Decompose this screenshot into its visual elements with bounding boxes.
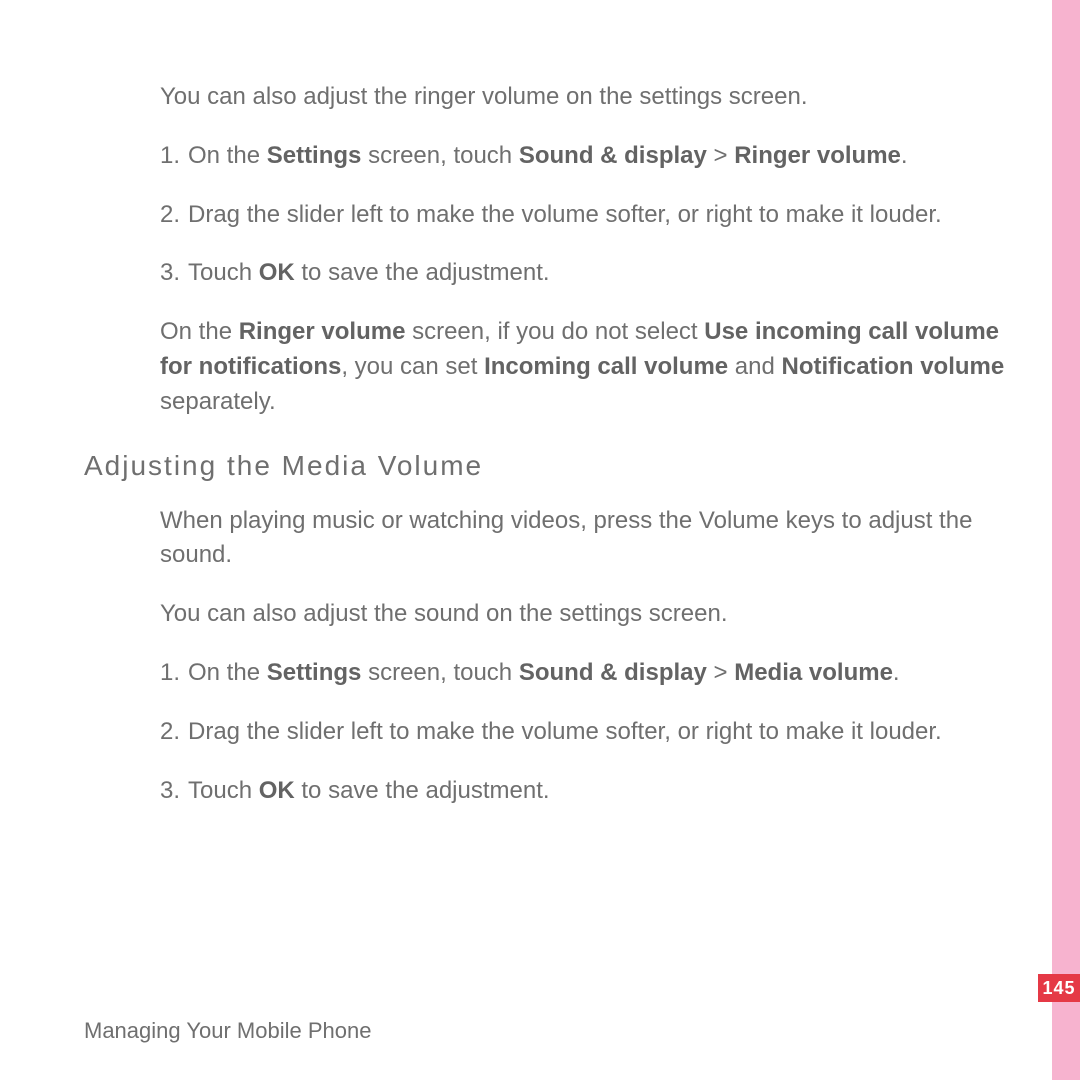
step-number: 3. — [160, 256, 188, 291]
media-step-1: 1. On the Settings screen, touch Sound &… — [160, 656, 1024, 691]
ringer-step-3: 3. Touch OK to save the adjustment. — [160, 256, 1024, 291]
bold: Sound & display — [519, 659, 707, 686]
page-content: You can also adjust the ringer volume on… — [84, 80, 1024, 832]
bold: Ringer volume — [734, 142, 901, 169]
text: and — [728, 353, 781, 380]
intro-media-b: You can also adjust the sound on the set… — [160, 597, 1024, 632]
text: . — [901, 142, 908, 169]
media-step-3: 3. Touch OK to save the adjustment. — [160, 774, 1024, 809]
text: screen, touch — [361, 659, 518, 686]
text: . — [893, 659, 900, 686]
text: On the — [160, 318, 239, 345]
media-step-2: 2. Drag the slider left to make the volu… — [160, 715, 1024, 750]
text: screen, if you do not select — [405, 318, 704, 345]
text: > — [707, 142, 734, 169]
text: On the — [188, 142, 267, 169]
text: Touch — [188, 259, 259, 286]
bold: Notification volume — [782, 353, 1005, 380]
bold: OK — [259, 259, 295, 286]
text: to save the adjustment. — [295, 777, 550, 804]
ringer-step-1: 1. On the Settings screen, touch Sound &… — [160, 139, 1024, 174]
footer-text: Managing Your Mobile Phone — [84, 1018, 371, 1044]
step-text: Touch OK to save the adjustment. — [188, 774, 1024, 809]
bold: Settings — [267, 659, 362, 686]
intro-media-a: When playing music or watching videos, p… — [160, 504, 1024, 574]
step-number: 1. — [160, 139, 188, 174]
step-text: On the Settings screen, touch Sound & di… — [188, 656, 1024, 691]
bold: Settings — [267, 142, 362, 169]
step-text: Drag the slider left to make the volume … — [188, 198, 1024, 233]
text: separately. — [160, 388, 276, 415]
text: On the — [188, 659, 267, 686]
text: to save the adjustment. — [295, 259, 550, 286]
text: screen, touch — [361, 142, 518, 169]
page-number: 145 — [1038, 974, 1080, 1002]
ringer-note: On the Ringer volume screen, if you do n… — [160, 315, 1024, 419]
bold: Ringer volume — [239, 318, 406, 345]
step-number: 2. — [160, 198, 188, 233]
step-text: On the Settings screen, touch Sound & di… — [188, 139, 1024, 174]
ringer-step-2: 2. Drag the slider left to make the volu… — [160, 198, 1024, 233]
step-number: 2. — [160, 715, 188, 750]
heading-media-volume: Adjusting the Media Volume — [84, 450, 1024, 482]
bold: OK — [259, 777, 295, 804]
bold: Incoming call volume — [484, 353, 728, 380]
step-text: Touch OK to save the adjustment. — [188, 256, 1024, 291]
text: , you can set — [341, 353, 484, 380]
bold: Sound & display — [519, 142, 707, 169]
bold: Media volume — [734, 659, 893, 686]
step-number: 3. — [160, 774, 188, 809]
text: > — [707, 659, 734, 686]
text: Touch — [188, 777, 259, 804]
step-number: 1. — [160, 656, 188, 691]
intro-ringer: You can also adjust the ringer volume on… — [160, 80, 1024, 115]
step-text: Drag the slider left to make the volume … — [188, 715, 1024, 750]
side-stripe — [1052, 0, 1080, 1080]
